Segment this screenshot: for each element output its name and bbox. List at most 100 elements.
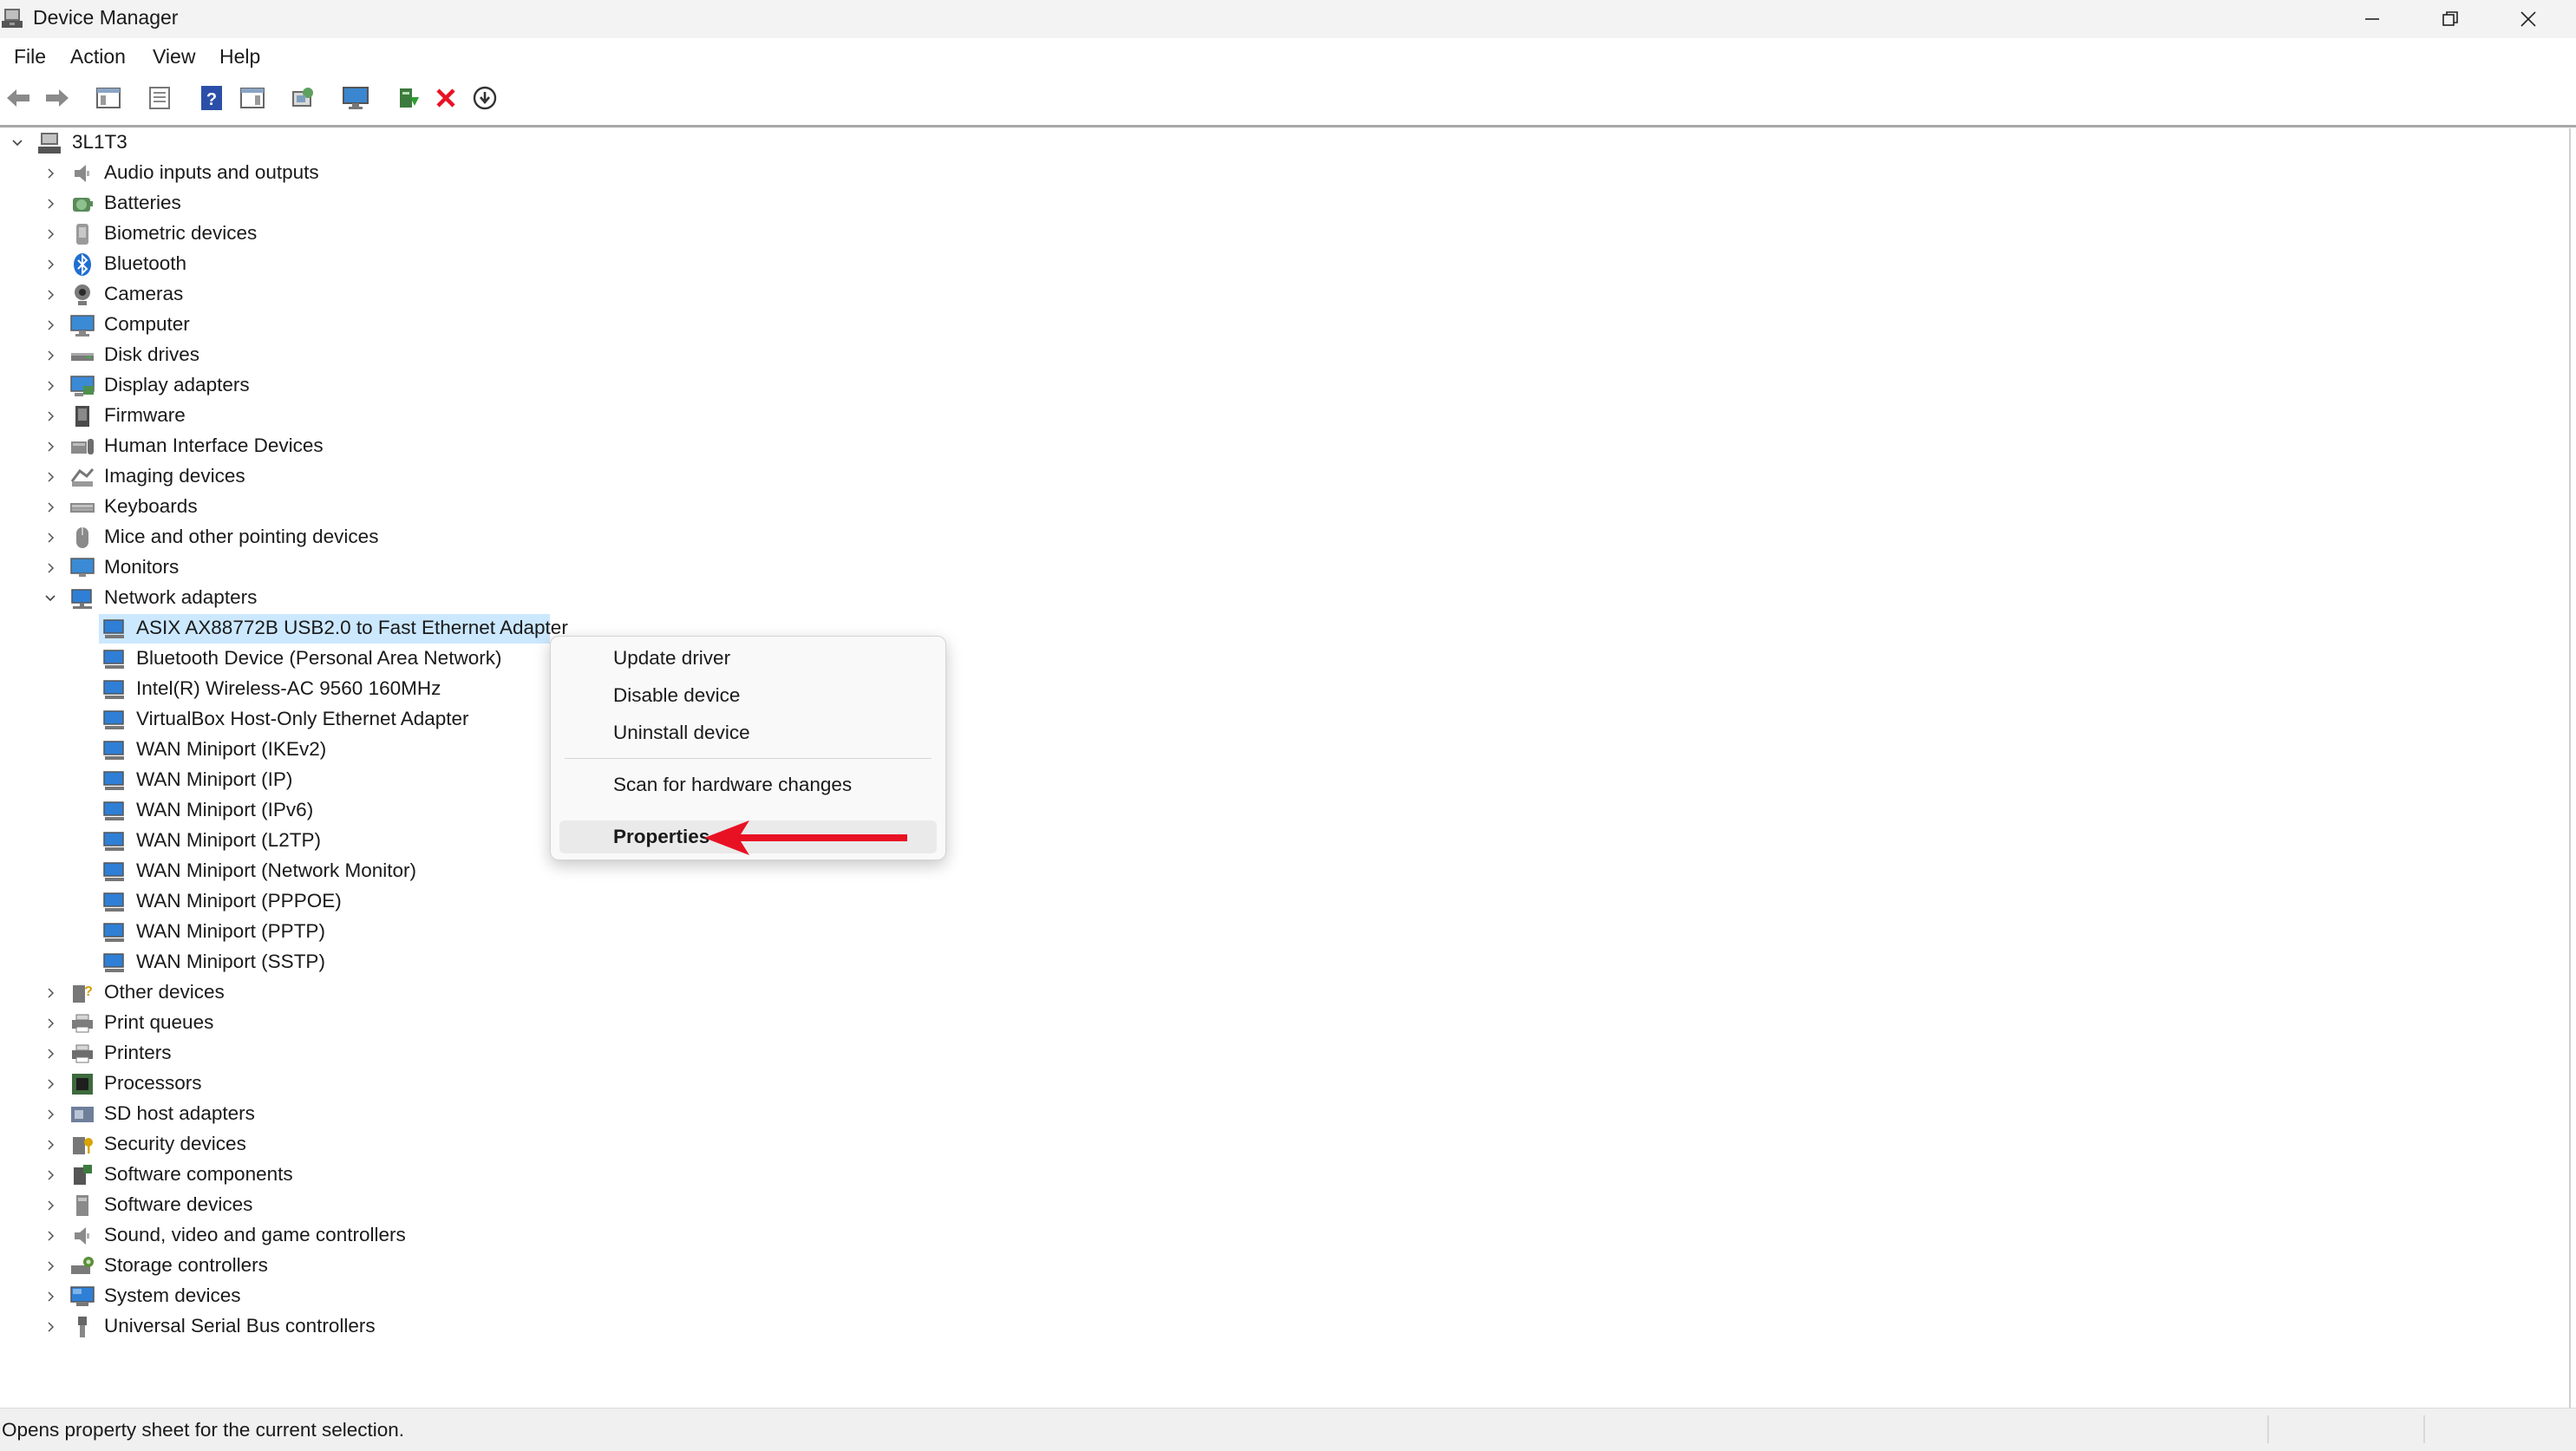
tree-category[interactable]: Computer bbox=[0, 310, 1128, 340]
tree-category[interactable]: Human Interface Devices bbox=[0, 432, 1128, 461]
context-menu-scan-hardware[interactable]: Scan for hardware changes bbox=[613, 774, 852, 796]
tree-category[interactable]: Print queues bbox=[0, 1009, 1128, 1038]
show-hide-console-tree-icon bbox=[96, 88, 121, 108]
chevron-down-icon[interactable] bbox=[9, 134, 26, 153]
tree-category[interactable]: Bluetooth bbox=[0, 250, 1128, 279]
chevron-right-icon[interactable] bbox=[42, 1044, 59, 1063]
chevron-right-icon[interactable] bbox=[42, 559, 59, 578]
tree-category[interactable]: Keyboards bbox=[0, 493, 1128, 522]
chevron-right-icon[interactable] bbox=[42, 498, 59, 517]
tree-category[interactable]: Printers bbox=[0, 1039, 1128, 1069]
tree-category[interactable]: Firmware bbox=[0, 402, 1128, 431]
speaker-icon bbox=[75, 165, 89, 182]
chevron-right-icon[interactable] bbox=[42, 1317, 59, 1337]
network-device[interactable]: WAN Miniport (SSTP) bbox=[0, 948, 1128, 977]
context-menu-properties[interactable]: Properties bbox=[613, 826, 709, 848]
properties-sheet-button[interactable] bbox=[145, 83, 174, 113]
chevron-right-icon[interactable] bbox=[42, 255, 59, 274]
chevron-right-icon[interactable] bbox=[42, 1287, 59, 1306]
tree-category-label: Network adapters bbox=[104, 586, 258, 608]
menu-view[interactable]: View bbox=[153, 45, 195, 69]
tree-category[interactable]: Disk drives bbox=[0, 341, 1128, 370]
forward-arrow-icon bbox=[46, 89, 69, 107]
tree-category[interactable]: System devices bbox=[0, 1282, 1128, 1311]
chevron-right-icon[interactable] bbox=[42, 1166, 59, 1185]
tree-category[interactable]: Audio inputs and outputs bbox=[0, 159, 1128, 188]
chevron-right-icon[interactable] bbox=[42, 467, 59, 487]
chevron-right-icon[interactable] bbox=[42, 225, 59, 244]
scan-hardware-icon bbox=[292, 88, 313, 107]
chevron-right-icon[interactable] bbox=[42, 407, 59, 426]
chevron-right-icon[interactable] bbox=[42, 316, 59, 335]
toolbar: ? bbox=[0, 76, 2576, 120]
close-button[interactable] bbox=[2489, 0, 2567, 38]
network-device[interactable]: WAN Miniport (Network Monitor) bbox=[0, 857, 1128, 886]
chevron-right-icon[interactable] bbox=[42, 528, 59, 547]
chevron-right-icon[interactable] bbox=[42, 1014, 59, 1033]
chevron-right-icon[interactable] bbox=[42, 1075, 59, 1094]
chevron-right-icon[interactable] bbox=[42, 346, 59, 365]
menu-help[interactable]: Help bbox=[219, 45, 260, 69]
tree-category[interactable]: Storage controllers bbox=[0, 1252, 1128, 1281]
action-pane-icon bbox=[240, 88, 265, 108]
tree-category[interactable]: Imaging devices bbox=[0, 462, 1128, 492]
tree-category[interactable]: Processors bbox=[0, 1069, 1128, 1099]
tree-category-label: Print queues bbox=[104, 1011, 214, 1033]
uninstall-button[interactable] bbox=[431, 83, 461, 113]
monitor-button[interactable] bbox=[341, 83, 370, 113]
menu-file[interactable]: File bbox=[14, 45, 46, 69]
network-device-label: WAN Miniport (IP) bbox=[136, 768, 293, 790]
chevron-right-icon[interactable] bbox=[42, 1226, 59, 1245]
context-menu-update-driver[interactable]: Update driver bbox=[613, 647, 730, 670]
context-menu-disable-device[interactable]: Disable device bbox=[613, 684, 740, 707]
chevron-right-icon[interactable] bbox=[42, 194, 59, 213]
network-device[interactable]: WAN Miniport (PPPOE) bbox=[0, 887, 1128, 917]
chevron-right-icon[interactable] bbox=[42, 376, 59, 395]
tree-category-network-adapters[interactable]: Network adapters bbox=[0, 584, 1128, 613]
tree-category[interactable]: SD host adapters bbox=[0, 1100, 1128, 1129]
tree-category[interactable]: Monitors bbox=[0, 553, 1128, 583]
tree-category[interactable]: Universal Serial Bus controllers bbox=[0, 1312, 1128, 1342]
tree-category-label: Universal Serial Bus controllers bbox=[104, 1315, 376, 1337]
tree-root[interactable]: 3L1T3 bbox=[0, 128, 1128, 158]
tree-category[interactable]: Cameras bbox=[0, 280, 1128, 310]
chevron-right-icon[interactable] bbox=[42, 285, 59, 304]
tree-category[interactable]: Security devices bbox=[0, 1130, 1128, 1160]
chevron-right-icon[interactable] bbox=[42, 437, 59, 456]
tree-category[interactable]: ? Other devices bbox=[0, 978, 1128, 1008]
network-adapter-icon bbox=[103, 892, 124, 912]
monitor-icon bbox=[70, 558, 95, 577]
chevron-right-icon[interactable] bbox=[42, 1196, 59, 1215]
action-pane-button[interactable] bbox=[238, 83, 267, 113]
scan-hardware-button[interactable] bbox=[289, 83, 318, 113]
context-menu-uninstall-device[interactable]: Uninstall device bbox=[613, 722, 750, 744]
network-device-label: ASIX AX88772B USB2.0 to Fast Ethernet Ad… bbox=[136, 617, 568, 638]
chevron-right-icon[interactable] bbox=[42, 984, 59, 1003]
tree-category[interactable]: Display adapters bbox=[0, 371, 1128, 401]
tree-category-label: SD host adapters bbox=[104, 1102, 255, 1124]
download-button[interactable] bbox=[470, 83, 500, 113]
tree-category[interactable]: Mice and other pointing devices bbox=[0, 523, 1128, 552]
network-device[interactable]: WAN Miniport (PPTP) bbox=[0, 918, 1128, 947]
chevron-right-icon[interactable] bbox=[42, 1105, 59, 1124]
tree-category[interactable]: Batteries bbox=[0, 189, 1128, 219]
processor-icon bbox=[72, 1074, 93, 1095]
tree-category[interactable]: Software devices bbox=[0, 1191, 1128, 1220]
device-tree[interactable]: 3L1T3 Audio inputs and outputs Batteries… bbox=[0, 128, 2571, 1408]
chevron-right-icon[interactable] bbox=[42, 1257, 59, 1276]
update-driver-button[interactable] bbox=[395, 83, 424, 113]
forward-button[interactable] bbox=[42, 83, 72, 113]
help-button[interactable]: ? bbox=[197, 83, 226, 113]
menu-action[interactable]: Action bbox=[70, 45, 126, 69]
restore-button[interactable] bbox=[2411, 0, 2489, 38]
chevron-right-icon[interactable] bbox=[42, 164, 59, 183]
chevron-down-icon[interactable] bbox=[42, 589, 59, 608]
chevron-right-icon[interactable] bbox=[42, 1135, 59, 1154]
tree-category[interactable]: Biometric devices bbox=[0, 219, 1128, 249]
minimize-button[interactable] bbox=[2333, 0, 2411, 38]
back-button[interactable] bbox=[3, 83, 33, 113]
tree-category[interactable]: Sound, video and game controllers bbox=[0, 1221, 1128, 1251]
tree-category-label: Software devices bbox=[104, 1193, 253, 1215]
show-hide-console-tree-button[interactable] bbox=[94, 83, 123, 113]
tree-category[interactable]: Software components bbox=[0, 1160, 1128, 1190]
